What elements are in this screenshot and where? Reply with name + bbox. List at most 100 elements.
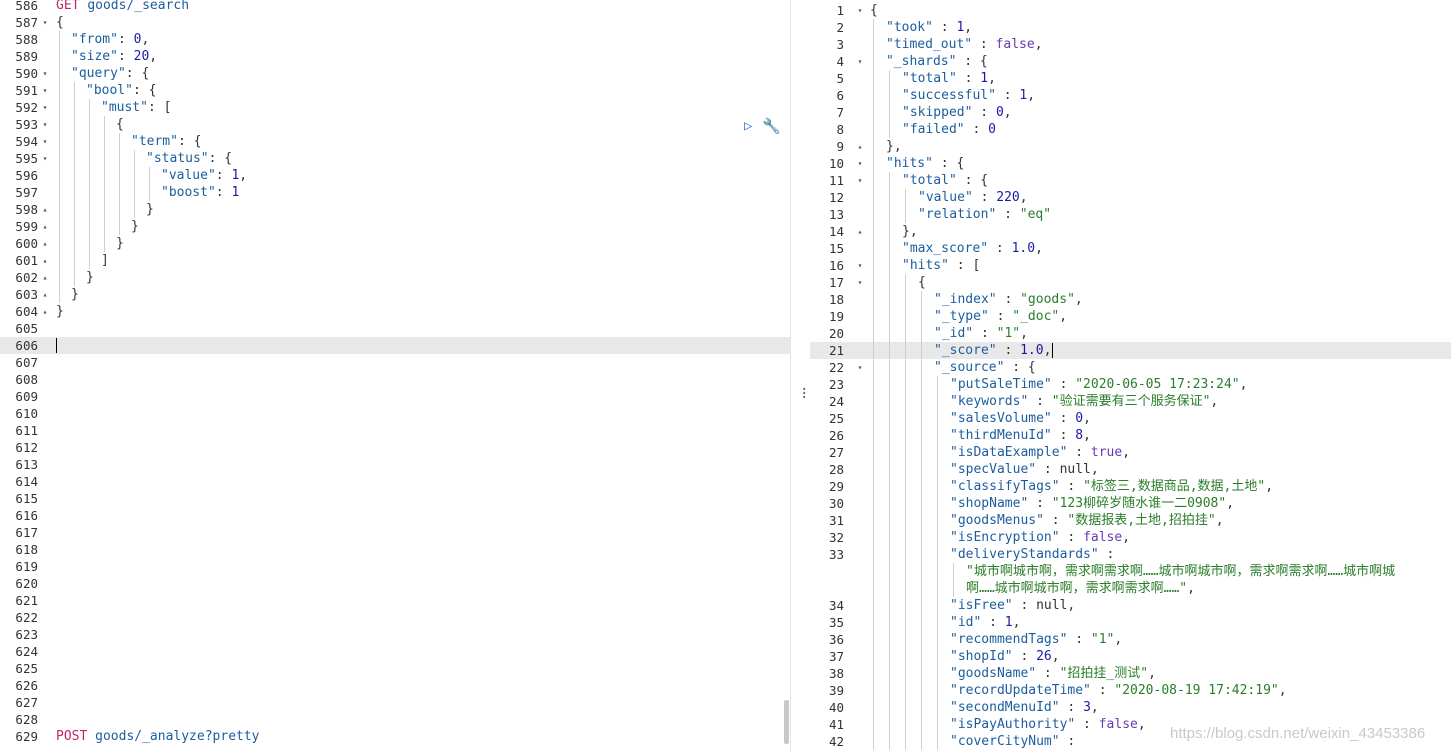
- request-line[interactable]: 615: [0, 490, 790, 507]
- fold-expand-icon[interactable]: ▴: [40, 286, 50, 303]
- request-line[interactable]: 603 ▴}: [0, 286, 790, 303]
- fold-expand-icon[interactable]: ▴: [40, 252, 50, 269]
- indent-guide: [873, 342, 874, 359]
- request-line[interactable]: 598 ▴}: [0, 201, 790, 218]
- request-line[interactable]: 606: [0, 337, 790, 354]
- fold-collapse-icon[interactable]: ▾: [855, 359, 865, 376]
- request-line[interactable]: 625: [0, 660, 790, 677]
- request-line[interactable]: 629 POST goods/_analyze?pretty: [0, 728, 790, 745]
- fold-collapse-icon[interactable]: ▾: [40, 133, 50, 150]
- indent-guide: [149, 184, 150, 201]
- request-line[interactable]: 612: [0, 439, 790, 456]
- response-line: 35 "id" : 1,: [810, 614, 1451, 631]
- request-line[interactable]: 624: [0, 643, 790, 660]
- request-line[interactable]: 620: [0, 575, 790, 592]
- request-line[interactable]: 608: [0, 371, 790, 388]
- pane-divider[interactable]: [790, 0, 811, 752]
- fold-expand-icon[interactable]: ▴: [855, 138, 865, 155]
- request-line[interactable]: 592 ▾ "must": [: [0, 99, 790, 116]
- request-line[interactable]: 602 ▴}: [0, 269, 790, 286]
- fold-expand-icon[interactable]: ▴: [40, 269, 50, 286]
- request-line[interactable]: 621: [0, 592, 790, 609]
- request-line[interactable]: 605: [0, 320, 790, 337]
- fold-collapse-icon[interactable]: ▾: [40, 116, 50, 133]
- fold-collapse-icon[interactable]: ▾: [40, 82, 50, 99]
- indent-guide: [873, 274, 874, 291]
- fold-collapse-icon[interactable]: ▾: [40, 150, 50, 167]
- request-line[interactable]: 611: [0, 422, 790, 439]
- fold-expand-icon[interactable]: ▴: [40, 303, 50, 320]
- response-line: 17 ▾ {: [810, 274, 1451, 291]
- indent-guide: [937, 444, 938, 461]
- indent-guide: [74, 252, 75, 269]
- request-line[interactable]: 628: [0, 711, 790, 728]
- request-line[interactable]: 619: [0, 558, 790, 575]
- request-line[interactable]: 594 ▾ "term": {: [0, 133, 790, 150]
- code-text: "max_score" : 1.0,: [902, 241, 1043, 256]
- request-line[interactable]: 600 ▴}: [0, 235, 790, 252]
- request-line[interactable]: 586 GET goods/_search: [0, 0, 790, 14]
- request-line[interactable]: 613: [0, 456, 790, 473]
- request-line[interactable]: 599 ▴}: [0, 218, 790, 235]
- request-line[interactable]: 593 ▾ {: [0, 116, 790, 133]
- request-line[interactable]: 610: [0, 405, 790, 422]
- request-line[interactable]: 609: [0, 388, 790, 405]
- response-line: 20 "_id" : "1",: [810, 325, 1451, 342]
- fold-expand-icon[interactable]: ▴: [40, 201, 50, 218]
- code-text: "value" : 220,: [918, 190, 1028, 205]
- request-line[interactable]: 597 "boost": 1: [0, 184, 790, 201]
- fold-collapse-icon[interactable]: ▾: [855, 53, 865, 70]
- fold-collapse-icon[interactable]: ▾: [855, 2, 865, 19]
- fold-collapse-icon[interactable]: ▾: [40, 14, 50, 31]
- fold-collapse-icon[interactable]: ▾: [40, 99, 50, 116]
- request-line[interactable]: 626: [0, 677, 790, 694]
- request-line[interactable]: 607: [0, 354, 790, 371]
- code-text: "term": {: [131, 134, 202, 149]
- fold-expand-icon[interactable]: ▴: [855, 223, 865, 240]
- vertical-ellipsis-icon[interactable]: · · ·: [800, 383, 808, 405]
- code-text: "城市啊城市啊，需求啊需求啊……城市啊城市啊，需求啊需求啊……城市啊城: [966, 564, 1396, 579]
- request-line[interactable]: 596 "value": 1,: [0, 167, 790, 184]
- fold-collapse-icon[interactable]: ▾: [855, 172, 865, 189]
- request-line[interactable]: 590 ▾ "query": {: [0, 65, 790, 82]
- indent-guide: [59, 116, 60, 133]
- indent-guide: [889, 206, 890, 223]
- request-line[interactable]: 587 ▾ {: [0, 14, 790, 31]
- request-line[interactable]: 617: [0, 524, 790, 541]
- fold-expand-icon[interactable]: ▴: [40, 235, 50, 252]
- fold-collapse-icon[interactable]: ▾: [855, 155, 865, 172]
- request-line[interactable]: 622: [0, 609, 790, 626]
- fold-collapse-icon[interactable]: ▾: [40, 65, 50, 82]
- request-line[interactable]: 616: [0, 507, 790, 524]
- request-line[interactable]: 623: [0, 626, 790, 643]
- code-text: "isFree" : null,: [950, 598, 1076, 613]
- indent-guide: [889, 325, 890, 342]
- indent-guide: [889, 223, 890, 240]
- wrench-icon[interactable]: 🔧: [762, 117, 781, 135]
- line-number: 31: [828, 513, 844, 528]
- indent-guide: [873, 699, 874, 716]
- indent-guide: [873, 240, 874, 257]
- request-line[interactable]: 604 ▴}: [0, 303, 790, 320]
- play-icon[interactable]: ▷: [744, 118, 758, 134]
- code-text: }: [131, 219, 139, 234]
- fold-expand-icon[interactable]: ▴: [40, 218, 50, 235]
- request-line[interactable]: 595 ▾ "status": {: [0, 150, 790, 167]
- request-editor-scrollbar[interactable]: [784, 700, 789, 744]
- request-line[interactable]: 601 ▴]: [0, 252, 790, 269]
- request-line[interactable]: 588 "from": 0,: [0, 31, 790, 48]
- request-line[interactable]: 627: [0, 694, 790, 711]
- request-line[interactable]: 591 ▾ "bool": {: [0, 82, 790, 99]
- line-number: 24: [828, 394, 844, 409]
- request-line[interactable]: 618: [0, 541, 790, 558]
- indent-guide: [873, 648, 874, 665]
- fold-collapse-icon[interactable]: ▾: [855, 257, 865, 274]
- request-line[interactable]: 589 "size": 20,: [0, 48, 790, 65]
- response-line: 38 "goodsName" : "招拍挂_测试",: [810, 665, 1451, 682]
- indent-guide: [889, 308, 890, 325]
- fold-collapse-icon[interactable]: ▾: [855, 274, 865, 291]
- line-number: 591: [15, 83, 38, 98]
- request-line[interactable]: 614: [0, 473, 790, 490]
- request-editor[interactable]: 586 GET goods/_search 587 ▾{588 "from": 0, 58…: [0, 0, 790, 752]
- indent-guide: [134, 184, 135, 201]
